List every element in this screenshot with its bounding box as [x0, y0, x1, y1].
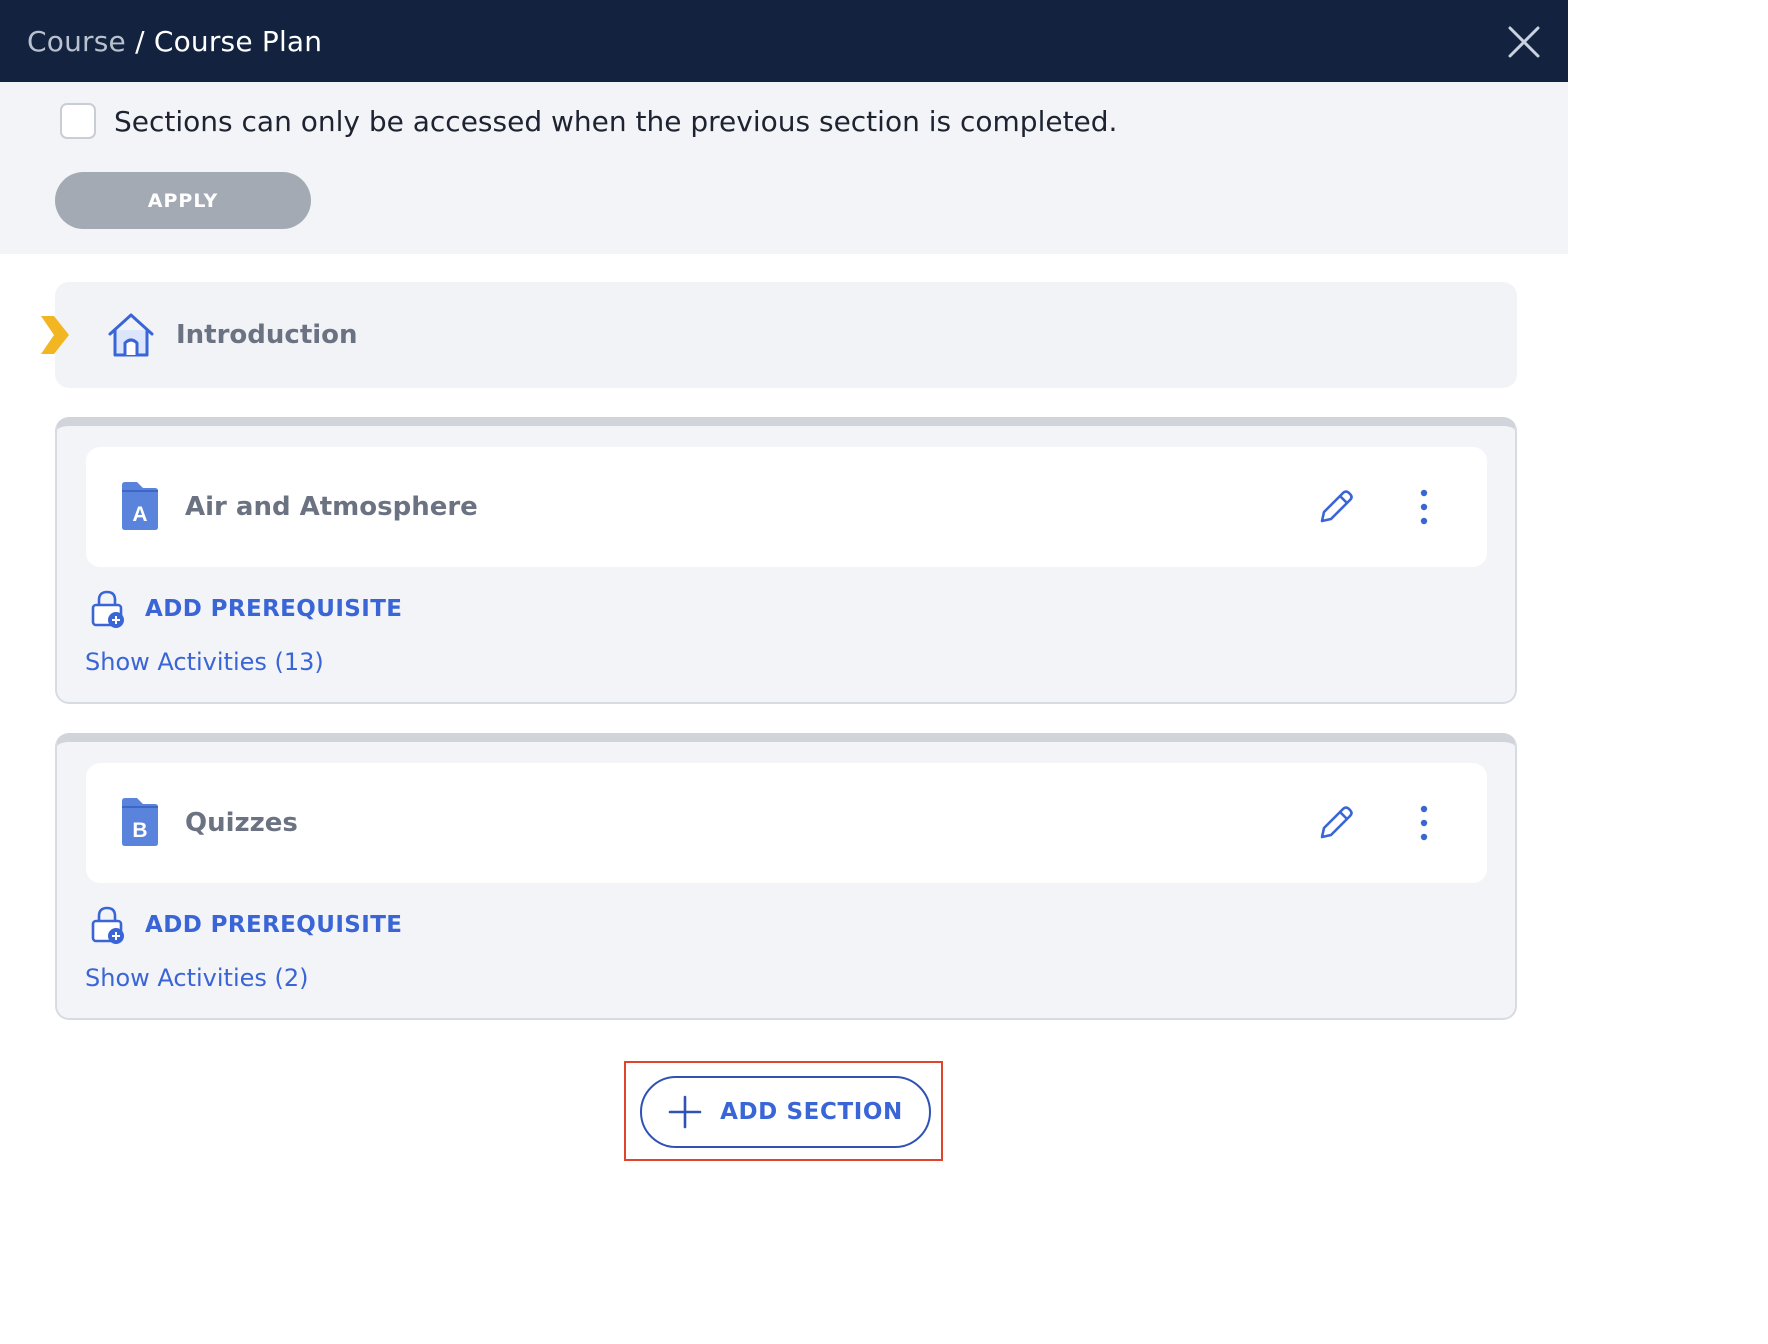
- section-menu-button[interactable]: [1409, 803, 1439, 843]
- breadcrumb: Course / Course Plan: [27, 25, 322, 58]
- lock-plus-icon: [91, 906, 124, 944]
- edit-section-button[interactable]: [1316, 803, 1356, 843]
- pencil-icon: [1320, 490, 1353, 523]
- apply-button[interactable]: APPLY: [55, 172, 311, 229]
- add-prerequisite-label: ADD PREREQUISITE: [145, 912, 403, 938]
- plus-icon: [668, 1095, 702, 1129]
- section-title: Quizzes: [185, 808, 298, 838]
- section-header[interactable]: B Quizzes: [86, 763, 1487, 883]
- section-card: B Quizzes ADD PREREQUISITE Show Activiti…: [55, 733, 1517, 1020]
- breadcrumb-course-plan: Course Plan: [153, 24, 323, 58]
- lock-plus-icon: [91, 590, 124, 628]
- more-vertical-icon: [1420, 805, 1428, 841]
- add-section-label: ADD SECTION: [720, 1099, 903, 1125]
- edit-section-button[interactable]: [1316, 487, 1356, 527]
- section-letter: A: [132, 503, 147, 526]
- section-folder-icon: B: [122, 798, 158, 846]
- show-activities-link[interactable]: Show Activities (2): [85, 964, 309, 992]
- section-menu-button[interactable]: [1409, 487, 1439, 527]
- section-letter: B: [132, 819, 147, 842]
- close-button[interactable]: [1506, 24, 1542, 60]
- sequential-access-label: Sections can only be accessed when the p…: [114, 105, 1118, 138]
- sequential-access-checkbox[interactable]: [60, 103, 96, 139]
- close-icon: [1508, 26, 1540, 58]
- current-arrow-icon: [41, 316, 69, 354]
- add-section-button[interactable]: ADD SECTION: [640, 1076, 931, 1148]
- section-header[interactable]: A Air and Atmosphere: [86, 447, 1487, 567]
- add-prerequisite-button[interactable]: ADD PREREQUISITE: [90, 905, 402, 945]
- more-vertical-icon: [1420, 489, 1428, 525]
- add-prerequisite-label: ADD PREREQUISITE: [145, 596, 403, 622]
- show-activities-link[interactable]: Show Activities (13): [85, 648, 324, 676]
- section-title: Air and Atmosphere: [185, 492, 478, 522]
- pencil-icon: [1320, 806, 1353, 839]
- add-prerequisite-button[interactable]: ADD PREREQUISITE: [90, 589, 402, 629]
- dialog-header: Course / Course Plan: [0, 0, 1568, 82]
- introduction-title: Introduction: [176, 320, 358, 350]
- breadcrumb-separator: /: [125, 24, 154, 58]
- home-icon: [108, 313, 154, 357]
- section-folder-icon: A: [122, 482, 158, 530]
- section-card: A Air and Atmosphere ADD PREREQUISITE Sh…: [55, 417, 1517, 704]
- breadcrumb-course[interactable]: Course: [27, 25, 126, 58]
